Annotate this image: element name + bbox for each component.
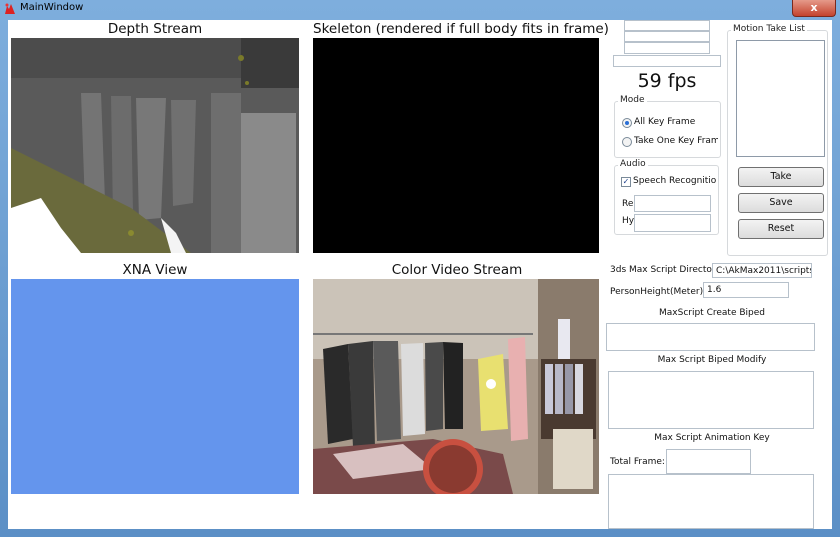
max-script-animation-key-label: Max Script Animation Key <box>654 433 770 443</box>
title-bar[interactable]: MainWindow x <box>0 0 840 18</box>
total-frame-label: Total Frame: <box>610 457 665 467</box>
take-button[interactable]: Take <box>738 167 824 187</box>
info-field-3[interactable] <box>624 42 710 54</box>
app-icon <box>5 3 15 14</box>
info-field-2[interactable] <box>624 31 710 42</box>
speech-recognition-checkbox[interactable]: ✓ <box>621 177 631 187</box>
info-field-1[interactable] <box>624 20 710 31</box>
take-one-key-frame-label: Take One Key Frame <box>634 136 718 146</box>
max-script-directory-field[interactable]: C:\AkMax2011\scripts\ <box>712 263 812 278</box>
all-key-frame-label: All Key Frame <box>634 117 696 127</box>
save-button[interactable]: Save <box>738 193 824 213</box>
depth-stream-caption: Depth Stream <box>107 21 203 37</box>
max-script-animation-key-field[interactable] <box>608 474 814 529</box>
hy-label: Hy <box>622 216 635 226</box>
max-script-directory-label: 3ds Max Script Directory <box>610 265 721 275</box>
color-video-image <box>313 279 599 494</box>
xna-view <box>11 279 299 494</box>
close-button[interactable]: x <box>792 0 836 17</box>
re-field[interactable] <box>634 195 711 212</box>
max-script-biped-modify-field[interactable] <box>608 371 814 429</box>
color-video-caption: Color Video Stream <box>391 262 523 278</box>
maxscript-create-biped-field[interactable] <box>606 323 815 351</box>
take-one-key-frame-radio[interactable] <box>622 137 632 147</box>
fps-label: 59 fps <box>637 70 697 92</box>
person-height-label: PersonHeight(Meter): <box>610 287 707 297</box>
person-height-field[interactable]: 1.6 <box>703 282 789 298</box>
motion-take-list-label: Motion Take List <box>731 24 807 34</box>
mode-group-label: Mode <box>618 95 647 105</box>
skeleton-view <box>313 38 599 253</box>
re-label: Re <box>622 199 634 209</box>
speech-recognition-label: Speech Recognition <box>633 176 717 186</box>
main-window: MainWindow x Depth Stream Skeleton (rend… <box>0 0 840 537</box>
hy-field[interactable] <box>634 214 711 232</box>
audio-group-label: Audio <box>618 159 648 169</box>
all-key-frame-radio[interactable] <box>622 118 632 128</box>
depth-stream-image <box>11 38 299 253</box>
max-script-biped-modify-label: Max Script Biped Modify <box>657 355 767 365</box>
client-area: Depth Stream Skeleton (rendered if full … <box>8 20 832 529</box>
xna-view-caption: XNA View <box>122 262 188 278</box>
skeleton-caption: Skeleton (rendered if full body fits in … <box>313 21 609 37</box>
total-frame-field[interactable] <box>666 449 751 474</box>
mode-group: Mode <box>614 95 721 158</box>
reset-button[interactable]: Reset <box>738 219 824 239</box>
motion-take-list[interactable] <box>736 40 825 157</box>
maxscript-create-biped-label: MaxScript Create Biped <box>659 308 765 318</box>
info-field-4[interactable] <box>613 55 721 67</box>
window-title: MainWindow <box>20 2 84 13</box>
